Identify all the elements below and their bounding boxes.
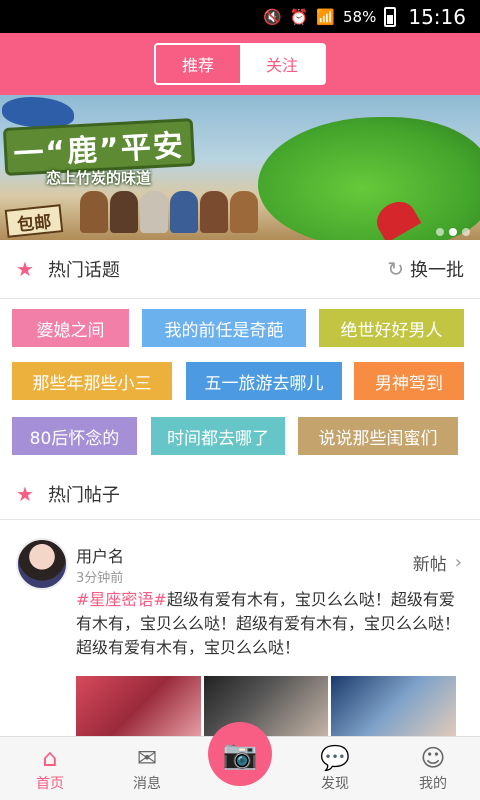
topic-tag[interactable]: 我的前任是奇葩: [142, 309, 306, 347]
topic-tag[interactable]: 绝世好好男人: [319, 309, 464, 347]
chat-bubbles-icon: 💬: [320, 744, 350, 772]
free-shipping-badge: 包邮: [4, 204, 64, 238]
refresh-button[interactable]: ↻ 换一批: [387, 256, 464, 282]
star-icon: ★: [16, 257, 34, 281]
refresh-label: 换一批: [410, 260, 464, 281]
camera-icon: 📷: [222, 737, 258, 771]
mute-icon: 🔇: [262, 7, 282, 26]
user-icon: ☺: [420, 744, 446, 772]
topic-tag[interactable]: 婆媳之间: [12, 309, 129, 347]
status-bar: 🔇 ⏰ 📶 58% 15:16: [0, 0, 480, 33]
tab-label: 消息: [133, 776, 161, 792]
home-icon: ⌂: [42, 744, 58, 772]
topic-tag[interactable]: 说说那些闺蜜们: [298, 417, 458, 455]
carousel-dot[interactable]: [462, 228, 470, 236]
new-post-button[interactable]: 新帖 ›: [413, 550, 462, 575]
tab-label: 我的: [419, 776, 447, 792]
avatar[interactable]: [16, 538, 68, 590]
new-post-label: 新帖: [412, 555, 447, 575]
tab-discover[interactable]: 💬 发现: [295, 743, 375, 799]
tab-recommend[interactable]: 推荐: [156, 45, 240, 83]
tab-label: 首页: [36, 776, 64, 792]
hot-topics-header: ★ 热门话题 ↻ 换一批: [0, 240, 480, 298]
section-title: 热门话题: [47, 260, 120, 281]
banner-green-plush: [258, 117, 480, 240]
top-header: 推荐 关注: [0, 33, 480, 95]
battery-percent: 58%: [343, 7, 377, 26]
envelope-icon: ✉: [136, 744, 158, 772]
divider: [0, 298, 480, 299]
refresh-icon: ↻: [387, 257, 404, 281]
post-topic-link[interactable]: #星座密语#: [76, 590, 167, 609]
section-title: 热门帖子: [47, 485, 120, 506]
carousel-dot[interactable]: [436, 228, 444, 236]
banner-subtitle: 恋上竹炭的味道: [46, 169, 152, 187]
wifi-icon: 📶: [316, 7, 336, 26]
tab-me[interactable]: ☺ 我的: [393, 743, 473, 799]
hot-posts-header: ★ 热门帖子: [0, 465, 480, 523]
topic-tag[interactable]: 那些年那些小三: [12, 362, 172, 400]
tab-home[interactable]: ⌂ 首页: [10, 743, 90, 799]
tab-messages[interactable]: ✉ 消息: [107, 743, 187, 799]
feed-tab-switcher: 推荐 关注: [154, 43, 326, 85]
post-time: 3分钟前: [76, 571, 124, 586]
tab-label: 发现: [321, 776, 349, 792]
chevron-right-icon: ›: [454, 552, 462, 573]
carousel-dot-active[interactable]: [449, 228, 457, 236]
post-photo[interactable]: [331, 676, 457, 738]
banner-plush-toys: [80, 191, 260, 240]
carousel-indicator: [436, 228, 470, 236]
tab-follow[interactable]: 关注: [240, 45, 324, 83]
clock: 15:16: [408, 4, 466, 29]
promo-banner[interactable]: 一“鹿”平安 恋上竹炭的味道 包邮: [0, 95, 480, 240]
battery-icon: [384, 6, 397, 27]
banner-toy-figure: [2, 97, 74, 127]
topic-tag[interactable]: 五一旅游去哪儿: [186, 362, 342, 400]
camera-button[interactable]: 📷: [208, 722, 272, 786]
topic-tag[interactable]: 男神驾到: [354, 362, 464, 400]
post-username[interactable]: 用户名: [76, 543, 124, 567]
star-icon: ★: [16, 482, 34, 506]
post-body[interactable]: #星座密语#超级有爱有木有，宝贝么么哒！超级有爱有木有，宝贝么么哒！超级有爱有木…: [76, 588, 468, 660]
topic-tag[interactable]: 时间都去哪了: [151, 417, 285, 455]
alarm-icon: ⏰: [289, 7, 309, 26]
post-photos: [76, 676, 457, 738]
post-photo[interactable]: [76, 676, 201, 738]
divider: [0, 519, 480, 520]
topic-tag[interactable]: 80后怀念的: [12, 417, 137, 455]
